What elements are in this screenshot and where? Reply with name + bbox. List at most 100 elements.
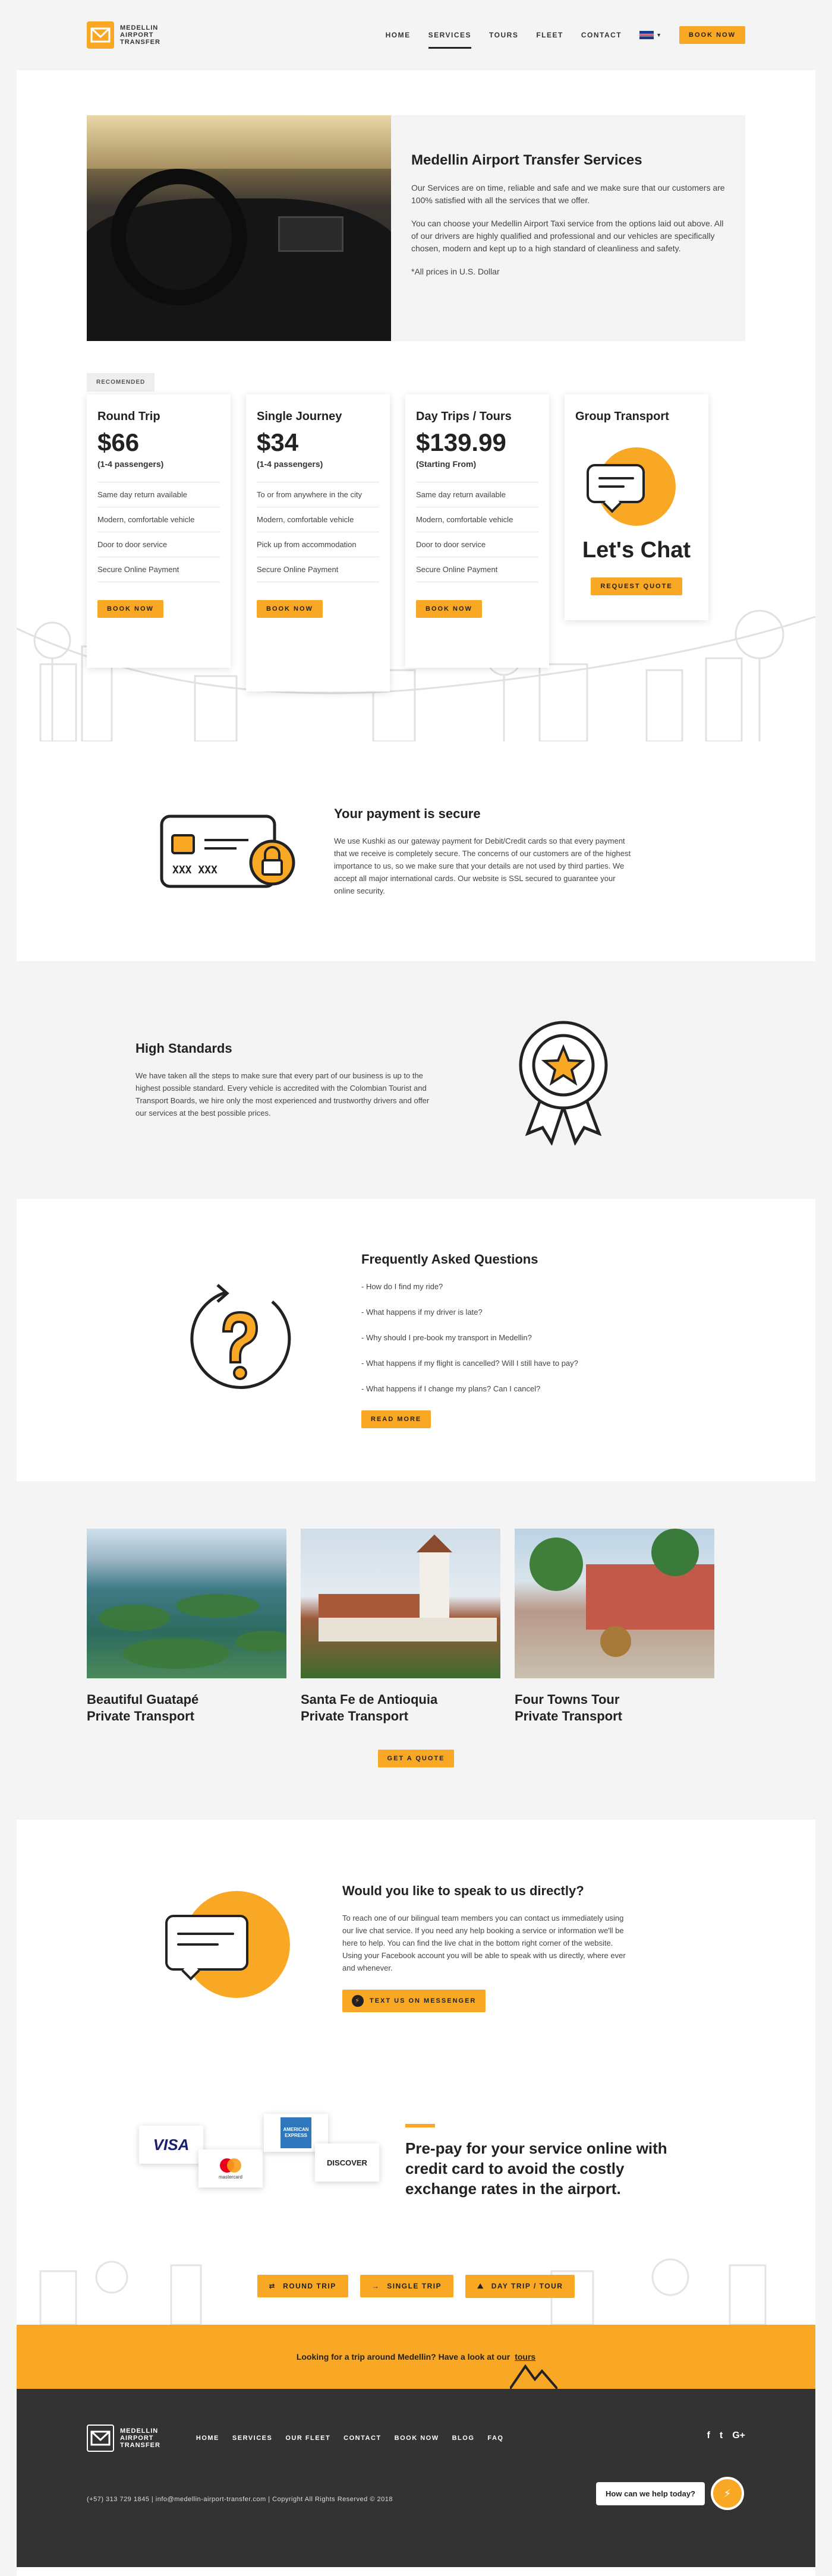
card-feature: Modern, comfortable vehicle: [257, 507, 379, 532]
messenger-icon: ⚡: [352, 1994, 364, 2007]
mastercard-logo: mastercard: [198, 2149, 263, 2187]
standards-text: We have taken all the steps to make sure…: [135, 1071, 430, 1117]
card-feature: Modern, comfortable vehicle: [97, 507, 220, 532]
card-feature: Door to door service: [416, 532, 538, 557]
get-a-quote-button[interactable]: GET A QUOTE: [377, 1750, 455, 1767]
book-day-trip-button[interactable]: BOOK NOW: [416, 600, 482, 618]
messenger-button[interactable]: ⚡ TEXT US ON MESSENGER: [342, 1989, 486, 2012]
arrow-right-icon: →: [371, 2282, 380, 2290]
mountain-icon: ⛰: [477, 2281, 484, 2290]
high-standards-section: High Standards We have taken all the ste…: [17, 961, 815, 1199]
uk-flag-icon: [639, 31, 654, 39]
messenger-chat-icon[interactable]: ⚡: [711, 2477, 744, 2510]
quick-links: ⇄ ROUND TRIP → SINGLE TRIP ⛰ DAY TRIP / TOU…: [17, 2247, 815, 2325]
quick-round-trip-label: ROUND TRIP: [283, 2282, 336, 2290]
speak-text: To reach one of our bilingual team membe…: [342, 1913, 626, 1972]
footer-nav-book-now[interactable]: BOOK NOW: [395, 2435, 439, 2442]
footer-nav-faq[interactable]: FAQ: [487, 2435, 503, 2442]
social-links: f t G+: [707, 2430, 745, 2441]
nav-fleet[interactable]: FLEET: [536, 13, 563, 57]
visa-logo: VISA: [139, 2126, 203, 2164]
messenger-button-label: TEXT US ON MESSENGER: [370, 1997, 477, 2004]
request-quote-button[interactable]: REQUEST QUOTE: [591, 577, 682, 595]
tour-card-four-towns[interactable]: Four Towns Tour Private Transport: [515, 1529, 714, 1725]
live-chat-widget[interactable]: How can we help today? ⚡: [596, 2477, 744, 2510]
pricing-card-group-transport: Group Transport Let's Chat REQUEST QUOTE: [565, 394, 708, 620]
google-plus-icon[interactable]: G+: [732, 2430, 745, 2441]
tour-card-santa-fe[interactable]: Santa Fe de Antioquia Private Transport: [301, 1529, 500, 1725]
pricing-card-round-trip: Round Trip $66 (1-4 passengers) Same day…: [87, 394, 231, 668]
faq-item[interactable]: - Why should I pre-book my transport in …: [361, 1331, 578, 1344]
services-paragraph-1: Our Services are on time, reliable and s…: [411, 183, 725, 205]
card-feature: Modern, comfortable vehicle: [416, 507, 538, 532]
card-price: $139.99: [416, 428, 506, 456]
services-intro: Medellin Airport Transfer Services Our S…: [87, 115, 745, 341]
services-title: Medellin Airport Transfer Services: [411, 152, 642, 168]
tours-section: Beautiful Guatapé Private Transport Santa…: [17, 1481, 815, 1820]
logo-line-1: MEDELLIN: [120, 2427, 159, 2435]
card-price: $34: [257, 428, 299, 456]
card-title: Group Transport: [575, 410, 669, 423]
card-feature: Secure Online Payment: [97, 557, 220, 582]
quick-day-trip-label: DAY TRIP / TOUR: [491, 2282, 563, 2290]
tours-strip: Looking for a trip around Medellin? Have…: [17, 2325, 815, 2389]
quick-single-trip-label: SINGLE TRIP: [387, 2282, 442, 2290]
faq-item[interactable]: - What happens if my driver is late?: [361, 1306, 578, 1318]
facebook-icon[interactable]: f: [707, 2430, 710, 2441]
accent-bar: [405, 2124, 435, 2127]
visa-logo-text: VISA: [153, 2135, 190, 2154]
nav-services[interactable]: SERVICES: [428, 13, 472, 57]
live-chat-prompt: How can we help today?: [596, 2482, 705, 2505]
nav-home[interactable]: HOME: [386, 13, 411, 57]
mountains-icon: [510, 2364, 557, 2389]
card-price: $66: [97, 428, 140, 456]
logo-line-3: TRANSFER: [120, 2442, 160, 2449]
nav-contact[interactable]: CONTACT: [581, 13, 622, 57]
four-towns-photo: [515, 1529, 714, 1678]
language-selector[interactable]: ▼: [639, 31, 661, 39]
guatape-photo: [87, 1529, 286, 1678]
card-feature: To or from anywhere in the city: [257, 482, 379, 507]
logo-line-1: MEDELLIN: [120, 24, 159, 31]
footer-nav-fleet[interactable]: OUR FLEET: [285, 2435, 330, 2442]
read-more-button[interactable]: READ MORE: [361, 1410, 431, 1428]
chevron-down-icon: ▼: [656, 32, 662, 38]
book-now-button[interactable]: BOOK NOW: [679, 26, 745, 44]
footer-nav-contact[interactable]: CONTACT: [343, 2435, 381, 2442]
twitter-icon[interactable]: t: [720, 2430, 723, 2441]
tour-title-line-1: Four Towns Tour: [515, 1692, 620, 1707]
quick-round-trip-button[interactable]: ⇄ ROUND TRIP: [257, 2275, 348, 2297]
card-feature: Same day return available: [97, 482, 220, 507]
speech-bubble-icon: [165, 1891, 290, 2004]
pricing-card-single-journey: Single Journey $34 (1-4 passengers) To o…: [246, 394, 390, 692]
round-trip-icon: ⇄: [269, 2282, 276, 2290]
lets-chat-heading: Let's Chat: [582, 538, 691, 563]
card-passengers: (1-4 passengers): [257, 459, 323, 469]
logo[interactable]: MEDELLIN AIRPORT TRANSFER: [87, 21, 160, 49]
standards-title: High Standards: [135, 1041, 232, 1056]
tour-title-line-1: Santa Fe de Antioquia: [301, 1692, 438, 1707]
faq-item[interactable]: - What happens if I change my plans? Can…: [361, 1382, 578, 1395]
speak-title: Would you like to speak to us directly?: [342, 1883, 584, 1898]
nav-tours[interactable]: TOURS: [489, 13, 518, 57]
quick-day-trip-button[interactable]: ⛰ DAY TRIP / TOUR: [465, 2274, 575, 2298]
question-mark-icon: [190, 1283, 291, 1389]
faq-item[interactable]: - How do I find my ride?: [361, 1280, 578, 1293]
footer-nav-services[interactable]: SERVICES: [232, 2435, 272, 2442]
main-nav: HOME SERVICES TOURS FLEET CONTACT ▼ BOOK…: [386, 13, 745, 57]
book-single-journey-button[interactable]: BOOK NOW: [257, 600, 323, 618]
tour-card-guatape[interactable]: Beautiful Guatapé Private Transport: [87, 1529, 286, 1725]
discover-logo-text: DISCOVER: [327, 2158, 367, 2167]
prepay-section: VISA mastercard AMERICAN EXPRESS DISCOVE…: [17, 2075, 815, 2247]
footer-nav-home[interactable]: HOME: [196, 2435, 219, 2442]
services-paragraph-2: You can choose your Medellin Airport Tax…: [411, 219, 724, 253]
tour-title-line-2: Private Transport: [301, 1709, 408, 1723]
payment-text: We use Kushki as our gateway payment for…: [334, 836, 631, 895]
speak-directly-section: Would you like to speak to us directly? …: [17, 1820, 815, 2075]
book-round-trip-button[interactable]: BOOK NOW: [97, 600, 163, 618]
footer-logo[interactable]: MEDELLIN AIRPORT TRANSFER: [87, 2425, 160, 2452]
faq-item[interactable]: - What happens if my flight is cancelled…: [361, 1357, 578, 1369]
card-title: Day Trips / Tours: [416, 410, 512, 423]
quick-single-trip-button[interactable]: → SINGLE TRIP: [360, 2275, 454, 2297]
footer-nav-blog[interactable]: BLOG: [452, 2435, 475, 2442]
